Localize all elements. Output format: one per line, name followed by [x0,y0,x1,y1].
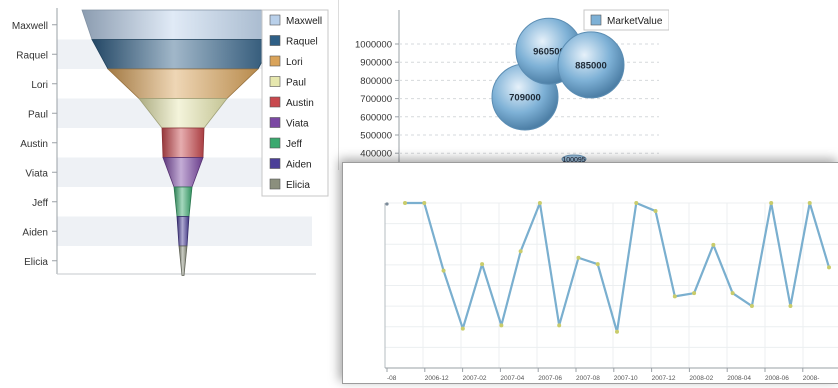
legend-label: Aiden [286,160,312,171]
data-point [385,202,389,206]
category-label: Paul [28,109,48,120]
data-label: 885000 [575,60,607,71]
data-point [711,242,716,247]
legend-swatch [269,35,281,46]
legend-swatch [269,178,281,190]
funnel-segment-aiden [176,216,190,247]
data-point [576,255,581,260]
bubble-chart-panel: 400000 500000 600000 700000 800000 900000 1000… [338,0,670,170]
y-tick-label: 900000 [360,58,392,69]
y-tick-label: 600000 [360,112,392,123]
data-point [692,291,697,296]
legend-label: Jeff [286,139,302,150]
data-point [672,294,677,299]
data-point [595,262,600,267]
category-label: Elicia [24,257,48,268]
legend-swatch [269,14,281,26]
legend-label: Lori [286,57,303,68]
x-tick-label: 2008-04 [727,375,751,382]
legend-label: Viata [286,119,309,130]
funnel-chart: Maxwell Raquel Lori Paul Austin Viata Jeff Aide… [12,8,329,276]
funnel-segment-austin [161,127,205,158]
data-point [615,329,619,334]
legend-label: Maxwell [286,16,322,27]
category-label: Aiden [22,227,48,238]
data-label: 709000 [509,92,541,103]
category-label: Austin [20,139,48,150]
category-label: Maxwell [12,21,48,32]
funnel-chart-panel: Maxwell Raquel Lori Paul Austin Viata Jeff Aide… [0,0,338,290]
x-tick-label: 2007-08 [576,375,600,382]
x-tick-label: 2008- [803,375,820,382]
category-label: Viata [25,168,48,179]
data-point [807,201,812,205]
data-point [403,201,407,205]
x-tick-label: 2007-04 [500,375,524,382]
line-chart: -08 2006-12 2007-02 2007-04 2007-06 2007-08 20… [384,201,838,382]
legend-swatch [269,55,281,67]
y-tick-label: 400000 [360,149,392,160]
legend-swatch [269,96,281,108]
legend-swatch [590,14,602,26]
x-tick-label: 2008-06 [765,375,789,382]
x-tick-label: 2006-12 [425,375,449,382]
legend-swatch [269,137,281,149]
legend-label: Austin [286,98,314,109]
funnel-segment-raquel [91,39,275,70]
legend-swatch [269,158,281,169]
data-point [653,209,658,214]
x-tick-label: 2007-12 [652,375,676,382]
x-tick-label: 2007-06 [538,375,562,382]
category-label: Raquel [16,50,48,61]
data-point [634,201,639,205]
funnel-legend: Maxwell Raquel Lori Paul Austin Viata Jeff Aide… [261,9,329,197]
legend-swatch [269,117,281,128]
category-label: Lori [31,80,48,91]
category-label: Jeff [32,198,48,209]
x-tick-label: 2007-10 [614,375,638,382]
bubble-legend: MarketValue [583,9,670,31]
data-point [499,323,504,328]
data-point [460,326,465,331]
data-point [557,323,562,328]
line-chart-panel: -08 2006-12 2007-02 2007-04 2007-06 2007-08 20… [342,162,838,384]
data-point [749,304,754,309]
legend-label: Elicia [286,180,310,191]
y-tick-label: 500000 [360,131,392,142]
data-point [441,268,446,273]
data-point [827,265,831,270]
funnel-segment-maxwell [81,9,285,40]
funnel-segment-jeff [173,186,193,217]
data-point [422,201,427,205]
legend-label: Raquel [286,37,318,48]
x-tick-label: 2007-02 [463,375,487,382]
legend-label: MarketValue [607,16,663,27]
funnel-segment-lori [106,68,260,99]
legend-label: Paul [286,78,306,89]
data-point [480,262,485,267]
funnel-segment-elicia [178,245,188,276]
x-tick-label: -08 [387,375,397,382]
y-tick-label: 800000 [360,76,392,87]
data-point [788,304,793,309]
data-point [730,291,735,296]
x-tick-label: 2008-02 [689,375,713,382]
y-tick-label: 700000 [360,94,392,105]
data-point [518,249,523,254]
data-point [769,201,774,205]
bubble-point: 885000 [557,31,625,99]
bubble-chart: 400000 500000 600000 700000 800000 900000 1000… [355,9,670,170]
legend-swatch [269,76,281,87]
data-point [537,201,542,205]
y-tick-label: 1000000 [355,40,392,51]
